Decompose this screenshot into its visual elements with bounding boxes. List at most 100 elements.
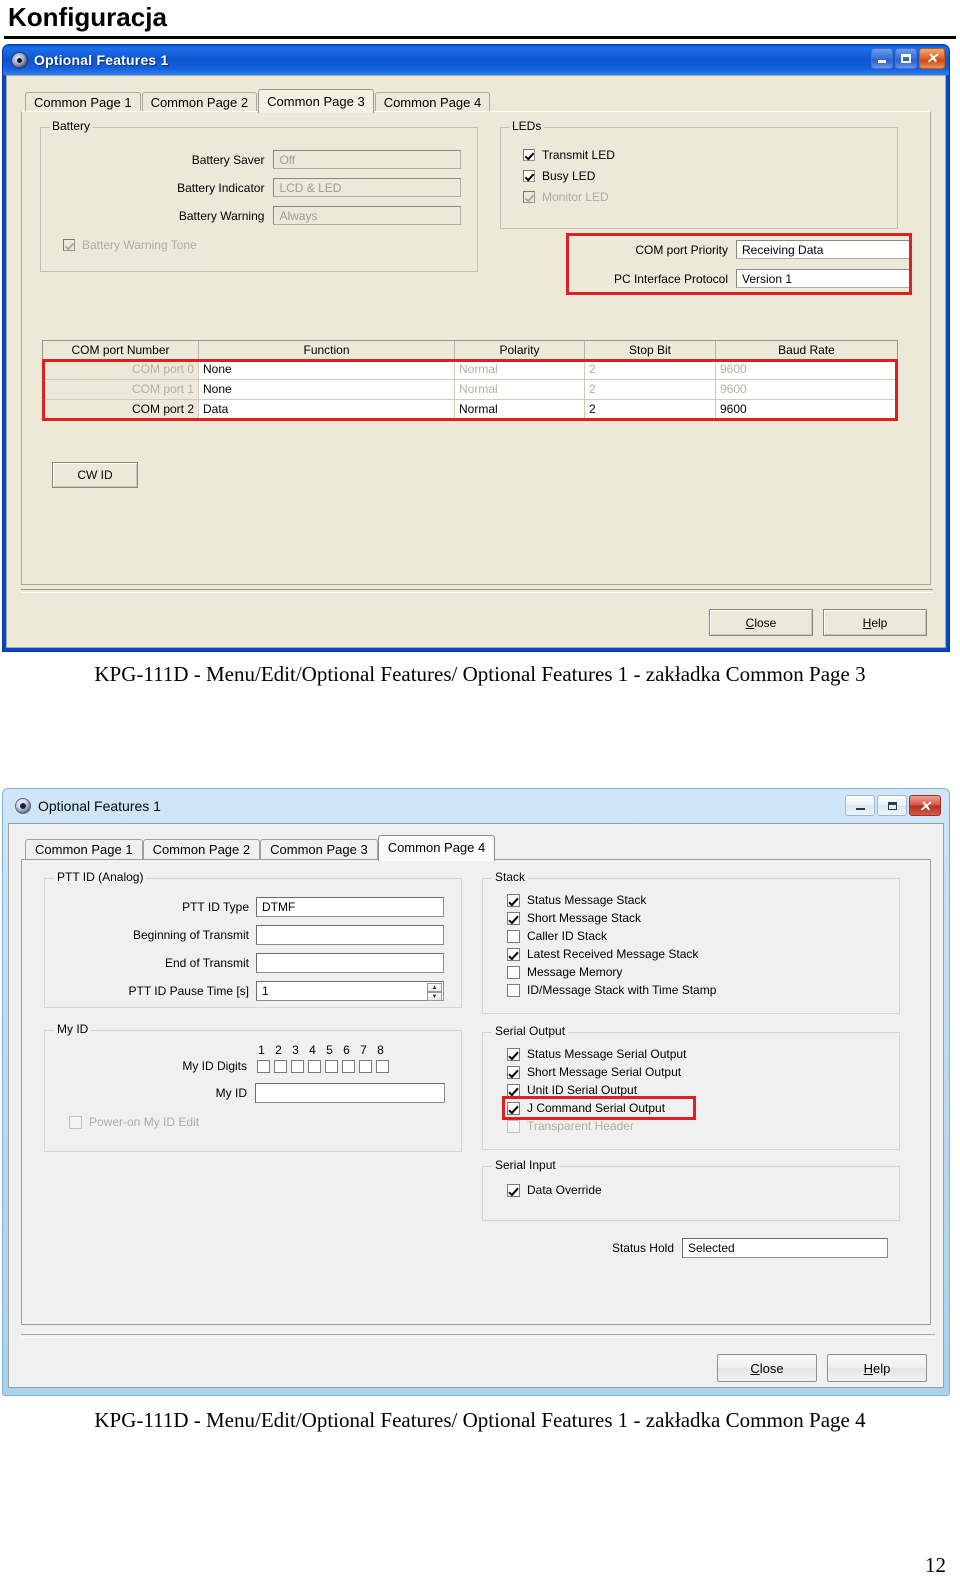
my-id-digit-checkbox-5[interactable]: [325, 1059, 338, 1073]
latest-received-message-stack-checkbox[interactable]: [507, 947, 520, 961]
transmit-led-checkbox[interactable]: [523, 149, 535, 161]
cell-baud-rate[interactable]: 9600: [716, 360, 897, 380]
help-label: elp: [871, 615, 888, 630]
titlebar[interactable]: Optional Features 1 ✕: [3, 45, 949, 75]
status-hold-field[interactable]: Selected: [682, 1238, 888, 1258]
monitor-led-checkbox[interactable]: [523, 191, 535, 203]
heading-divider: [4, 36, 956, 39]
cell-function[interactable]: Data: [199, 400, 455, 420]
cell-baud-rate[interactable]: 9600: [716, 400, 897, 420]
page-number: 12: [925, 1553, 946, 1577]
tabstrip: Common Page 1 Common Page 2 Common Page …: [25, 88, 491, 113]
close-icon[interactable]: ✕: [909, 795, 941, 816]
stepper-down-icon[interactable]: ▼: [427, 992, 442, 1001]
my-id-digit-checkbox-2[interactable]: [274, 1059, 287, 1073]
caption-page-4: KPG-111D - Menu/Edit/Optional Features/ …: [94, 1408, 866, 1432]
digit-number-5: 5: [326, 1043, 333, 1057]
transmit-led-label: Transmit LED: [542, 148, 615, 162]
caller-id-stack-checkbox[interactable]: [507, 929, 520, 943]
status-hold-label: Status Hold: [611, 1241, 674, 1255]
cell-polarity[interactable]: Normal: [455, 360, 585, 380]
tabpage-common-page-3: Battery Battery Saver Off Battery Indica…: [21, 111, 931, 585]
table-row[interactable]: COM port 2 Data Normal 2 9600: [43, 400, 897, 420]
quantity-stepper[interactable]: ▲ ▼: [427, 983, 442, 1001]
tab-common-page-2[interactable]: Common Page 2: [141, 92, 258, 112]
ptt-id-type-field[interactable]: DTMF: [256, 897, 444, 917]
group-battery: Battery Battery Saver Off Battery Indica…: [40, 120, 478, 272]
my-id-digit-checkbox-8[interactable]: [376, 1059, 389, 1073]
my-id-digit-checkbox-7[interactable]: [359, 1059, 372, 1073]
tab-common-page-4[interactable]: Common Page 4: [374, 92, 491, 112]
help-label: elp: [873, 1360, 891, 1376]
help-button[interactable]: Help: [823, 609, 927, 636]
status-message-stack-checkbox[interactable]: [507, 893, 520, 907]
cell-stop-bit[interactable]: 2: [585, 400, 716, 420]
caption-page-3: KPG-111D - Menu/Edit/Optional Features/ …: [94, 662, 866, 686]
window-optional-features-1-page4: Optional Features 1 ✕ Common Page 1 Comm…: [2, 788, 950, 1396]
battery-warning-tone-checkbox[interactable]: [63, 239, 75, 251]
titlebar[interactable]: Optional Features 1 ✕: [3, 789, 949, 823]
com-port-priority-field[interactable]: Receiving Data: [736, 240, 912, 259]
power-on-my-id-edit-label: Power-on My ID Edit: [89, 1115, 200, 1129]
ptt-id-pause-time-field[interactable]: 1 ▲ ▼: [256, 981, 444, 1001]
maximize-button[interactable]: [877, 795, 907, 816]
id-message-stack-time-stamp-checkbox[interactable]: [507, 983, 520, 997]
table-row[interactable]: COM port 0 None Normal 2 9600: [43, 360, 897, 380]
close-button[interactable]: Close: [709, 609, 813, 636]
cell-function[interactable]: None: [199, 380, 455, 400]
group-stack: Stack Status Message Stack Short Message…: [482, 871, 900, 1014]
data-override-checkbox[interactable]: [507, 1183, 520, 1197]
transparent-header-checkbox[interactable]: [507, 1119, 520, 1133]
close-label: lose: [754, 615, 777, 630]
unit-id-serial-output-checkbox[interactable]: [507, 1083, 520, 1097]
maximize-button[interactable]: [895, 48, 917, 69]
my-id-digit-checkbox-3[interactable]: [291, 1059, 304, 1073]
tab-common-page-3[interactable]: Common Page 3: [258, 89, 374, 113]
pc-interface-protocol-field[interactable]: Version 1: [736, 269, 912, 288]
group-leds: LEDs Transmit LED Busy LED Monitor LED: [500, 120, 898, 229]
my-id-digit-checkbox-4[interactable]: [308, 1059, 321, 1073]
power-on-my-id-edit-checkbox[interactable]: [69, 1115, 82, 1129]
busy-led-checkbox[interactable]: [523, 170, 535, 182]
minimize-button[interactable]: [871, 48, 893, 69]
j-command-serial-output-checkbox[interactable]: [507, 1101, 520, 1115]
battery-saver-field[interactable]: Off: [273, 150, 461, 169]
end-of-transmit-field[interactable]: [256, 953, 444, 973]
com-port-table: COM port Number Function Polarity Stop B…: [42, 340, 898, 421]
cell-polarity[interactable]: Normal: [455, 400, 585, 420]
short-message-serial-output-checkbox[interactable]: [507, 1065, 520, 1079]
busy-led-label: Busy LED: [542, 169, 596, 183]
battery-warning-field[interactable]: Always: [273, 206, 461, 225]
my-id-digit-checkbox-1[interactable]: [257, 1059, 270, 1073]
tab-common-page-1[interactable]: Common Page 1: [25, 92, 141, 112]
col-baud-rate: Baud Rate: [716, 341, 897, 360]
my-id-field[interactable]: [255, 1083, 445, 1103]
cell-polarity[interactable]: Normal: [455, 380, 585, 400]
status-message-serial-output-checkbox[interactable]: [507, 1047, 520, 1061]
message-memory-checkbox[interactable]: [507, 965, 520, 979]
battery-indicator-field[interactable]: LCD & LED: [273, 178, 461, 197]
group-ptt-id: PTT ID (Analog) PTT ID Type DTMF Beginni…: [44, 871, 462, 1008]
cell-function[interactable]: None: [199, 360, 455, 380]
minimize-button[interactable]: [845, 795, 875, 816]
cw-id-button[interactable]: CW ID: [52, 462, 138, 488]
my-id-digit-checkbox-6[interactable]: [342, 1059, 355, 1073]
transparent-header-label: Transparent Header: [527, 1119, 634, 1133]
cell-stop-bit[interactable]: 2: [585, 380, 716, 400]
stepper-up-icon[interactable]: ▲: [427, 983, 442, 992]
beginning-of-transmit-label: Beginning of Transmit: [132, 928, 249, 942]
table-row[interactable]: COM port 1 None Normal 2 9600: [43, 380, 897, 400]
data-override-label: Data Override: [527, 1183, 602, 1197]
close-button[interactable]: Close: [717, 1354, 817, 1382]
group-serial-input: Serial Input Data Override: [482, 1159, 900, 1221]
close-icon[interactable]: ✕: [919, 48, 945, 69]
tab-common-page-2[interactable]: Common Page 2: [142, 839, 261, 860]
short-message-stack-checkbox[interactable]: [507, 911, 520, 925]
cell-stop-bit[interactable]: 2: [585, 360, 716, 380]
cell-baud-rate[interactable]: 9600: [716, 380, 897, 400]
help-button[interactable]: Help: [827, 1354, 927, 1382]
tab-common-page-3[interactable]: Common Page 3: [260, 839, 378, 860]
tab-common-page-4[interactable]: Common Page 4: [377, 835, 496, 861]
beginning-of-transmit-field[interactable]: [256, 925, 444, 945]
tab-common-page-1[interactable]: Common Page 1: [25, 839, 143, 860]
